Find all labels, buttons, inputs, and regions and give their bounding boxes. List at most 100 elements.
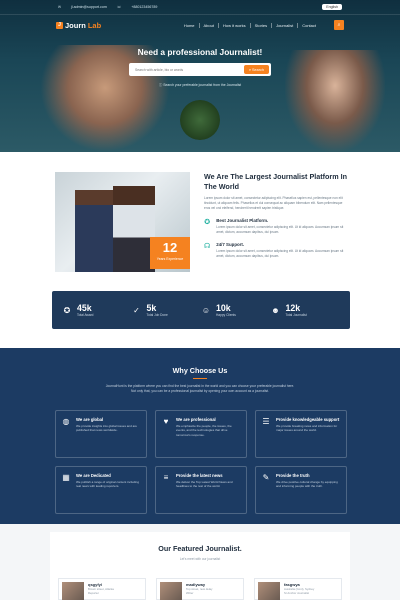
featured-panel: Our Featured Journalist. Let's meet with… — [50, 532, 350, 600]
why-description: JournalHunt is the platform where you ca… — [105, 384, 295, 393]
why-card-text: We drive positive cultural change by equ… — [276, 480, 338, 489]
why-card-text: We provide insights into global issues a… — [76, 424, 137, 433]
why-card-text: We emphasize the people, the issues, the… — [176, 424, 232, 437]
nav-item-contact[interactable]: Contact — [298, 23, 320, 28]
logo[interactable]: J Journ Lab — [56, 21, 101, 30]
why-card-title: We are professional — [176, 417, 216, 422]
medal-icon: ✪ — [63, 305, 71, 315]
experience-badge: 12 Years Experience — [150, 237, 190, 269]
mail-icon: ✉ — [58, 5, 62, 9]
support-icon: ☊ — [204, 243, 211, 250]
nav-item-how-it-works[interactable]: How it works — [219, 22, 251, 28]
why-card[interactable]: ♥ We are professional We emphasize the peo… — [155, 410, 247, 458]
stat-label: Happy Clients — [216, 312, 236, 317]
experience-label: Years Experience — [156, 257, 184, 261]
stat-value: 10k — [216, 302, 231, 313]
about-title: We Are The Largest Journalist Platform I… — [204, 172, 347, 191]
stat-item: ☺ 10k Happy Clients — [201, 302, 271, 317]
topbar-email[interactable]: jl.admin@support.com — [71, 5, 107, 9]
journalist-card[interactable]: fasgwya Australia (Cont), Sydney Sr Anchor… — [254, 578, 342, 600]
globe-icon: ◍ — [62, 417, 70, 426]
feature-item: ☊ 24/7 Support. Lorem ipsum dolor sit ame… — [204, 242, 349, 259]
why-card[interactable]: ◍ We are global We provide insights into g… — [55, 410, 147, 458]
heart-pulse-icon: ♥ — [163, 417, 169, 426]
title-underline — [193, 378, 207, 379]
team-icon: ☻ — [271, 305, 280, 315]
nav-item-about[interactable]: About — [200, 22, 219, 28]
nav-menu: Home About How it works Stories Journali… — [180, 22, 320, 28]
pen-icon: ✎ — [262, 473, 270, 482]
stats-bar: ✪ 45k Total Award ✓ 5k Total Job Done ☺ 10k Ha… — [52, 291, 350, 329]
journalist-card[interactable]: qsgyfyl Brown street, Atlanta Reporter — [58, 578, 146, 600]
hero-photo-woman — [285, 50, 385, 152]
hero-plant — [180, 100, 220, 140]
phone-icon: ☏ — [116, 5, 122, 9]
journalist-cards: qsgyfyl Brown street, Atlanta Reporter mad… — [58, 578, 342, 600]
search-icon[interactable]: ⌕ — [334, 20, 344, 30]
topbar-phone[interactable]: +880123456789 — [131, 5, 157, 9]
stat-label: Total Job Done — [146, 312, 168, 317]
hero-title: Need a professional Journalist! — [137, 47, 263, 57]
about-image-man — [75, 190, 115, 272]
why-card-title: We are global — [76, 417, 104, 422]
avatar — [258, 582, 280, 600]
hero-search-button[interactable]: ⌕ Search — [243, 65, 269, 74]
why-card-title: We are Dedicated — [76, 473, 111, 478]
why-card-text: We deliver the Top Latest World News and… — [176, 480, 233, 489]
avatar — [160, 582, 182, 600]
featured-subtitle: Let's meet with our journalist — [179, 557, 221, 561]
search-button-icon: ⌕ — [248, 67, 251, 72]
why-card[interactable]: ✎ Provide the truth We drive positive cult… — [255, 466, 347, 514]
about-image-woman — [113, 186, 155, 272]
stat-item: ☻ 12k Total Journalist — [271, 302, 341, 317]
logo-text-1: Journ — [65, 20, 86, 30]
why-card-title: Provide the truth — [276, 473, 310, 478]
feature-title: 24/7 Support. — [216, 242, 245, 247]
main-nav: J Journ Lab Home About How it works Stori… — [0, 15, 400, 35]
stat-label: Total Journalist — [285, 312, 307, 317]
why-cards: ◍ We are global We provide insights into g… — [55, 410, 347, 514]
why-title: Why Choose Us — [172, 366, 228, 375]
feature-text: Lorem ipsum dolor sit amet, consectetur … — [216, 225, 344, 234]
database-icon: ☰ — [262, 417, 270, 426]
list-icon: ≡ — [163, 473, 169, 482]
hero-search-input[interactable] — [135, 67, 244, 72]
why-card-title: Provide knowledgeable support — [276, 417, 340, 422]
about-section: We Are The Largest Journalist Platform I… — [0, 152, 400, 280]
avatar — [62, 582, 84, 600]
language-select[interactable]: English — [322, 4, 342, 10]
stat-label: Total Award — [77, 312, 94, 317]
hero-search: ⌕Search — [129, 63, 271, 76]
journalist-role: Writer — [186, 591, 194, 595]
why-card-title: Provide the latest news — [176, 473, 223, 478]
award-icon: ✪ — [204, 219, 211, 226]
hero-section: ✉ jl.admin@support.com ☏ +880123456789 E… — [0, 0, 400, 152]
grid-icon: ▦ — [62, 473, 70, 482]
journalist-card[interactable]: madlyway Top street, new delay Writer — [156, 578, 244, 600]
stat-item: ✓ 5k Total Job Done — [132, 302, 202, 317]
featured-title: Our Featured Journalist. — [158, 544, 242, 553]
nav-item-home[interactable]: Home — [180, 22, 200, 28]
nav-item-journalist[interactable]: Journalist — [272, 22, 299, 28]
feature-item: ✪ Best Journalist Platform. Lorem ipsum d… — [204, 218, 349, 235]
nav-item-stories[interactable]: Stories — [251, 22, 273, 28]
feature-text: Lorem ipsum dolor sit amet, consectetur … — [216, 249, 344, 258]
users-icon: ☺ — [201, 305, 211, 315]
stat-value: 45k — [77, 302, 92, 313]
why-card-text: We provide breaking news and information… — [276, 424, 338, 433]
why-card-text: We publish a range of original content i… — [76, 480, 139, 489]
top-bar: ✉ jl.admin@support.com ☏ +880123456789 E… — [0, 0, 400, 15]
stat-value: 12k — [285, 302, 301, 313]
why-card[interactable]: ▦ We are Dedicated We publish a range of o… — [55, 466, 147, 514]
check-icon: ✓ — [133, 305, 140, 315]
journalist-role: Reporter — [88, 591, 99, 595]
why-card[interactable]: ☰ Provide knowledgeable support We provide… — [255, 410, 347, 458]
stat-value: 5k — [146, 302, 157, 313]
why-choose-us-section: Why Choose Us JournalHunt is the platfor… — [0, 348, 400, 524]
stat-item: ✪ 45k Total Award — [62, 302, 132, 317]
why-card[interactable]: ≡ Provide the latest news We deliver the T… — [155, 466, 247, 514]
journalist-role: Sr Anchor Journalist — [284, 591, 310, 595]
logo-text-2: Lab — [87, 20, 102, 30]
hero-photo-man — [40, 45, 170, 152]
hero-note-text: Search your preferable journalist from t… — [163, 83, 242, 87]
